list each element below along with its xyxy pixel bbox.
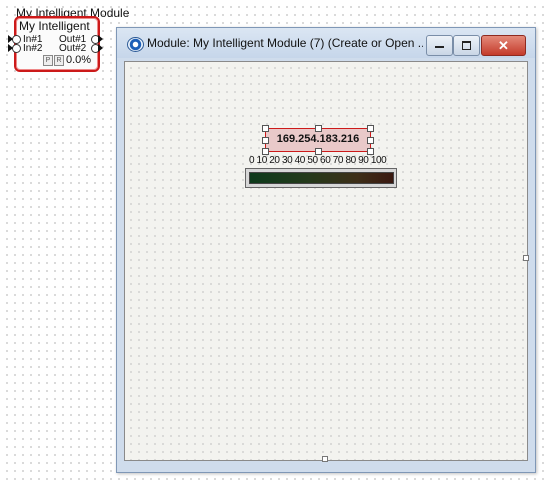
p-button[interactable]: P (43, 55, 53, 66)
resize-handle[interactable] (315, 148, 322, 155)
input-port-2[interactable] (12, 44, 21, 53)
meter-scale-labels: 0 10 20 30 40 50 60 70 80 90 100 (249, 155, 387, 166)
close-button[interactable]: ✕ (481, 35, 526, 56)
window-title: Module: My Intelligent Module (7) (Creat… (147, 36, 423, 50)
r-button[interactable]: R (54, 55, 64, 66)
input-port-1[interactable] (12, 35, 21, 44)
resize-handle[interactable] (367, 137, 374, 144)
module-window[interactable]: Module: My Intelligent Module (7) (Creat… (116, 27, 536, 473)
app-eye-icon (127, 37, 144, 52)
input-arrow-icon (8, 44, 13, 52)
maximize-icon (462, 41, 471, 50)
close-icon: ✕ (498, 38, 509, 53)
minimize-icon (435, 46, 444, 48)
ip-address-text: 169.254.183.216 (276, 133, 360, 145)
input-label-2: In#2 (23, 43, 43, 54)
ip-address-label[interactable]: 169.254.183.216 (262, 125, 374, 155)
resize-handle[interactable] (367, 125, 374, 132)
minimize-button[interactable] (426, 35, 453, 56)
output-arrow-icon (98, 35, 103, 43)
resize-handle[interactable] (262, 125, 269, 132)
design-canvas[interactable]: 169.254.183.216 0 10 20 30 40 50 60 70 8… (124, 61, 529, 462)
canvas-resize-handle[interactable] (523, 255, 529, 261)
maximize-button[interactable] (453, 35, 480, 56)
resize-handle[interactable] (262, 148, 269, 155)
level-meter[interactable] (245, 168, 397, 188)
output-label-2: Out#2 (59, 43, 87, 54)
title-bar[interactable]: Module: My Intelligent Module (7) (Creat… (117, 28, 535, 58)
resize-handle[interactable] (262, 137, 269, 144)
cpu-percent: 0.0% (66, 54, 92, 66)
resize-handle[interactable] (367, 148, 374, 155)
input-arrow-icon (8, 35, 13, 43)
block-name: My Intelligent (19, 19, 90, 33)
level-meter-bar (249, 172, 394, 184)
canvas-resize-handle[interactable] (322, 456, 328, 462)
resize-handle[interactable] (315, 125, 322, 132)
output-arrow-icon (98, 44, 103, 52)
module-block[interactable]: My Intelligent In#1 In#2 Out#1 Out#2 P R… (8, 16, 103, 72)
